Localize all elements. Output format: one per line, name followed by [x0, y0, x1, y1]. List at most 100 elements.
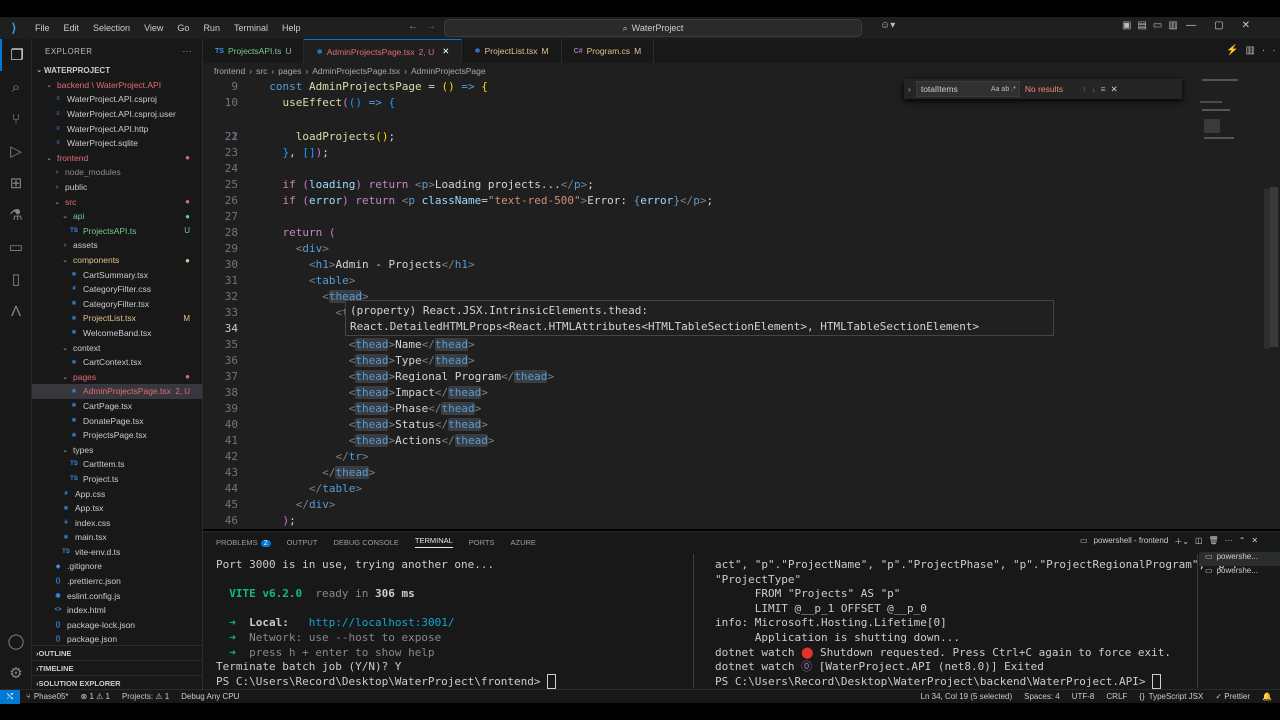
status-language-braces[interactable]: {} [1139, 692, 1144, 701]
tree-file[interactable]: TS vite-env.d.ts [32, 545, 202, 560]
breadcrumb-item[interactable]: frontend [214, 66, 245, 76]
menu-item-file[interactable]: File [35, 23, 50, 33]
breadcrumb-item[interactable]: src [256, 66, 267, 76]
tree-file[interactable]: ⚛ CartPage.tsx [32, 399, 202, 414]
terminal-frontend-output[interactable]: Port 3000 is in use, trying another one.… [216, 558, 556, 689]
workspace-root[interactable]: ⌄ WATERPROJECT [32, 63, 202, 78]
menu-item-run[interactable]: Run [203, 23, 220, 33]
match-case-icon[interactable]: Aa [991, 86, 1000, 93]
tree-folder[interactable]: › assets [32, 238, 202, 253]
more-actions-icon[interactable]: ··· [183, 47, 193, 56]
split-terminal-icon[interactable]: ◫ [1195, 536, 1203, 547]
layout-toggle-icons[interactable]: ▣▤▭▥ [1122, 20, 1184, 31]
menu-item-selection[interactable]: Selection [93, 23, 130, 33]
azure-icon[interactable]: Λ [0, 295, 32, 327]
tree-file[interactable]: # CategoryFilter.css [32, 282, 202, 297]
status-projects[interactable]: Projects: ⚠ 1 [122, 692, 169, 701]
panel-tab-problems[interactable]: PROBLEMS 2 [216, 538, 271, 547]
close-icon[interactable]: ✕ [1111, 84, 1118, 95]
minimap[interactable] [1194, 79, 1270, 529]
editor-tab[interactable]: ⚛ AdminProjectsPage.tsx 2, U ✕ [304, 39, 463, 63]
status-eol[interactable]: CRLF [1106, 692, 1127, 701]
terminal-split-divider[interactable] [693, 554, 694, 688]
section-timeline[interactable]: › TIMELINE [32, 660, 202, 675]
copilot-icon[interactable]: ☺▾ [880, 20, 895, 31]
status-prettier[interactable]: ✓ Prettier [1215, 692, 1250, 701]
gear-icon[interactable]: ⚙ [0, 657, 32, 689]
status-language[interactable]: TypeScript JSX [1149, 692, 1204, 701]
tree-file[interactable]: TS Project.ts [32, 472, 202, 487]
panel-tab-ports[interactable]: PORTS [469, 538, 495, 547]
editor-tab[interactable]: ⚛ ProjectList.tsx M [462, 39, 562, 63]
back-arrow-icon[interactable]: ← [408, 21, 418, 32]
forward-arrow-icon[interactable]: → [426, 21, 436, 32]
source-control-icon[interactable]: ⑂ [0, 103, 32, 135]
tree-file[interactable]: TS ProjectsAPI.ts U [32, 224, 202, 239]
editor-tab[interactable]: TS ProjectsAPI.ts U [203, 39, 305, 63]
breadcrumb-item[interactable]: AdminProjectsPage [411, 66, 486, 76]
remote-explorer-icon[interactable]: ▭ [0, 231, 32, 263]
local-url-link[interactable]: http://localhost:3001/ [309, 616, 455, 629]
bell-icon[interactable]: 🔔 [1262, 692, 1272, 701]
close-icon[interactable]: ✕ [1251, 536, 1258, 547]
tree-file[interactable]: ⚛ CartContext.tsx [32, 355, 202, 370]
tree-file[interactable]: # App.css [32, 486, 202, 501]
more-actions-icon[interactable]: ··· [1225, 536, 1233, 547]
status-problems[interactable]: ⊗ 1 ⚠ 1 [81, 692, 110, 701]
status-encoding[interactable]: UTF-8 [1072, 692, 1095, 701]
section-solution-explorer[interactable]: › SOLUTION EXPLORER [32, 675, 202, 689]
tree-file[interactable]: # index.css [32, 515, 202, 530]
find-in-selection-icon[interactable]: ≡ [1101, 84, 1106, 94]
remote-icon[interactable]: ⤭ [0, 689, 20, 704]
panel-tab-debug-console[interactable]: DEBUG CONSOLE [333, 538, 398, 547]
trash-icon[interactable]: 🗑 [1209, 536, 1219, 547]
previous-match-icon[interactable]: ↑ [1082, 84, 1086, 94]
tree-folder[interactable]: ⌄ pages ● [32, 369, 202, 384]
tree-folder[interactable]: › public [32, 180, 202, 195]
section-outline[interactable]: › OUTLINE [32, 645, 202, 660]
editor-tab[interactable]: C# Program.cs M [562, 39, 655, 63]
breadcrumb-item[interactable]: pages [278, 66, 301, 76]
tree-folder[interactable]: ⌄ api ● [32, 209, 202, 224]
tree-file[interactable]: ⚛ main.tsx [32, 530, 202, 545]
menu-item-terminal[interactable]: Terminal [234, 23, 268, 33]
tree-file[interactable]: ≡ WaterProject.sqlite [32, 136, 202, 151]
status-build-config[interactable]: Debug Any CPU [181, 692, 239, 701]
panel-tab-terminal[interactable]: TERMINAL [414, 536, 453, 548]
tree-file[interactable]: ◉ eslint.config.js [32, 588, 202, 603]
search-icon[interactable]: ⌕ [0, 71, 32, 103]
toggle-replace-icon[interactable]: › [908, 84, 911, 94]
find-input[interactable]: totalItems Aa ab .* [915, 81, 1020, 97]
tree-file[interactable]: {} .prettierrc.json [32, 574, 202, 589]
testing-icon[interactable]: ⚗ [0, 199, 32, 231]
explorer-icon[interactable]: ❐ [0, 39, 32, 71]
account-icon[interactable]: ◯ [0, 625, 32, 657]
menu-item-edit[interactable]: Edit [64, 23, 80, 33]
tree-folder[interactable]: ⌄ backend \ WaterProject.API [32, 78, 202, 93]
tree-file[interactable]: ≡ WaterProject.API.csproj [32, 92, 202, 107]
tree-folder[interactable]: ⌄ types [32, 442, 202, 457]
tree-file[interactable]: ⚛ CategoryFilter.tsx [32, 297, 202, 312]
tree-file[interactable]: ⚛ ProjectList.tsx M [32, 311, 202, 326]
next-match-icon[interactable]: ↓ [1091, 84, 1095, 94]
run-debug-icon[interactable]: ▷ [0, 135, 32, 167]
tree-file[interactable]: ≡ WaterProject.API.csproj.user [32, 107, 202, 122]
tree-file[interactable]: ⚛ WelcomeBand.tsx [32, 326, 202, 341]
tree-file[interactable]: TS CartItem.ts [32, 457, 202, 472]
status-branch[interactable]: Phase05* [34, 692, 69, 701]
tree-folder[interactable]: › node_modules [32, 165, 202, 180]
tree-file[interactable]: ◆ .gitignore [32, 559, 202, 574]
terminal-backend-output[interactable]: act", "p"."ProjectName", "p"."ProjectPha… [715, 558, 1238, 689]
tree-folder[interactable]: ⌄ components ● [32, 253, 202, 268]
whole-word-icon[interactable]: ab [1001, 86, 1009, 93]
tree-file[interactable]: <> index.html [32, 603, 202, 618]
menu-item-view[interactable]: View [144, 23, 163, 33]
command-center-search[interactable]: ⌕ WaterProject [444, 19, 862, 37]
tree-folder[interactable]: ⌄ frontend ● [32, 151, 202, 166]
close-icon[interactable]: ✕ [442, 46, 449, 57]
tree-file[interactable]: ⚛ App.tsx [32, 501, 202, 516]
database-icon[interactable]: ▯ [0, 263, 32, 295]
breadcrumb-item[interactable]: AdminProjectsPage.tsx [312, 66, 400, 76]
tree-file[interactable]: ⚛ CartSummary.tsx [32, 267, 202, 282]
tree-file[interactable]: ⚛ ProjectsPage.tsx [32, 428, 202, 443]
